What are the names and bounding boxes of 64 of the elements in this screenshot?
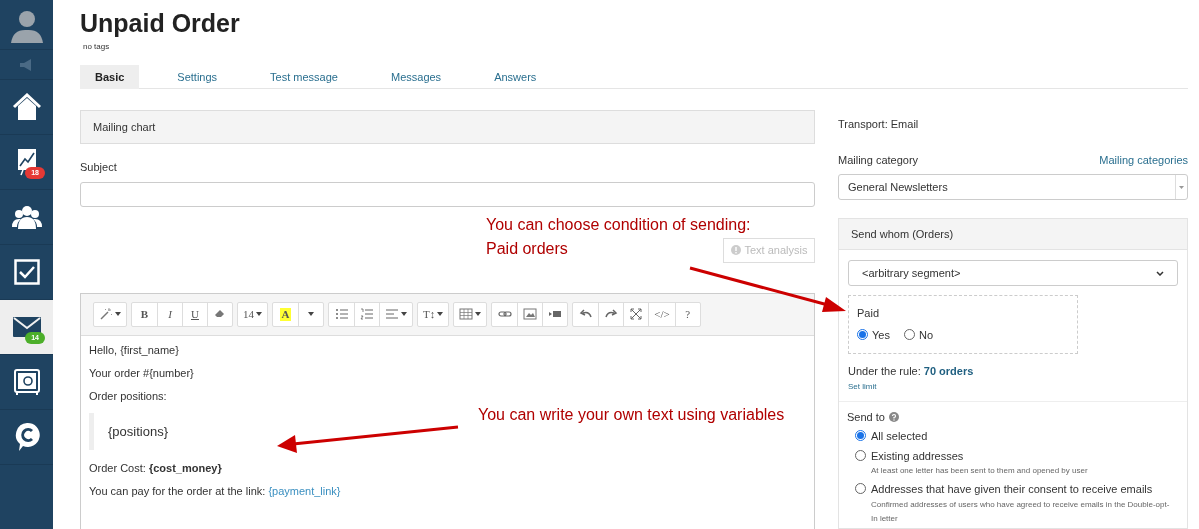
option-label: Yes <box>872 327 890 343</box>
annotation-text: You can choose condition of sending: <box>486 215 751 235</box>
annotation-text: You can write your own text using variables <box>478 405 785 425</box>
tab[interactable]: Messages <box>376 65 457 89</box>
toolbar-button[interactable]: T↕ <box>418 302 449 326</box>
paid-label: Paid <box>857 306 881 321</box>
tab[interactable]: Test message <box>255 65 353 89</box>
toolbar-button[interactable]: </> <box>648 302 675 326</box>
toolbar-button[interactable]: ? <box>674 302 700 326</box>
table-icon <box>459 307 474 321</box>
annotation-text: Paid orders <box>486 239 568 259</box>
option-hint: At least one letter has been sent to them and opened by user <box>871 465 1089 477</box>
tags-label: no tags <box>83 41 111 53</box>
segment-select[interactable]: <arbitrary segment> <box>848 260 1178 286</box>
toolbar-button[interactable]: 14 <box>238 302 267 326</box>
mailing-chart-panel[interactable]: Mailing chart <box>80 110 815 144</box>
envelope-icon <box>12 317 41 337</box>
category-select[interactable]: General Newsletters <box>838 174 1188 200</box>
text-line: Order Cost: {cost_money} <box>89 462 223 475</box>
text-line: Your order #{number} <box>89 366 195 380</box>
subject-label: Subject <box>80 160 118 175</box>
tab[interactable]: Basic <box>80 65 140 89</box>
page-title: Unpaid Order <box>80 8 241 38</box>
numbered-list-icon <box>360 307 374 321</box>
option-label: Existing addresses <box>871 448 965 464</box>
toolbar-button[interactable]: I <box>157 302 182 326</box>
caret-icon <box>308 312 314 316</box>
category-label: Mailing category <box>838 152 919 168</box>
checkbox-icon <box>13 259 40 285</box>
info-icon <box>730 245 741 255</box>
toolbar-button[interactable]: A <box>273 302 298 326</box>
set-limit-link[interactable]: Set limit <box>848 380 1178 401</box>
option-label: All selected <box>871 429 928 444</box>
people-icon <box>11 205 42 229</box>
text-line: Order positions: <box>89 389 168 403</box>
bullet-list-icon <box>334 307 349 321</box>
toolbar-button[interactable]: U <box>182 302 207 326</box>
tab[interactable]: Answers <box>479 65 552 89</box>
option-label: No <box>918 327 933 343</box>
align-icon <box>385 307 399 321</box>
categories-link[interactable]: Mailing categories <box>1099 151 1188 168</box>
presentation-chart-icon <box>15 148 38 176</box>
transport-label: Transport: Email <box>838 117 920 132</box>
tab[interactable]: Settings <box>162 65 233 89</box>
help-icon <box>888 411 899 422</box>
panel-title: Send whom (Orders) <box>839 219 1187 250</box>
caret-icon <box>1179 185 1184 189</box>
toolbar-button[interactable]: B <box>132 302 157 326</box>
chat-bubble-icon <box>13 422 40 452</box>
rule-summary: Under the rule: 70 orders <box>848 364 975 379</box>
text-line: Hello, {first_name} <box>89 343 180 357</box>
safe-icon <box>13 369 40 395</box>
chevron-down-icon <box>1156 270 1164 276</box>
image-icon <box>523 307 538 321</box>
section-title: Send to <box>847 409 885 425</box>
home-icon <box>11 93 42 121</box>
magic-wand-icon <box>99 307 113 321</box>
text-line: You can pay for the order at the link: {payment_link} <box>89 485 342 498</box>
radio-button[interactable] <box>855 430 866 441</box>
option-label: Addresses that have given their consent to receive emails <box>871 482 1154 497</box>
subject-field[interactable] <box>80 181 815 207</box>
option-hint: Confirmed addresses of users who have agreed to receive emails in the Double-opt-In letter <box>871 498 1171 525</box>
variable-link[interactable]: {payment_link} <box>268 485 341 497</box>
fullscreen-icon <box>629 307 644 321</box>
